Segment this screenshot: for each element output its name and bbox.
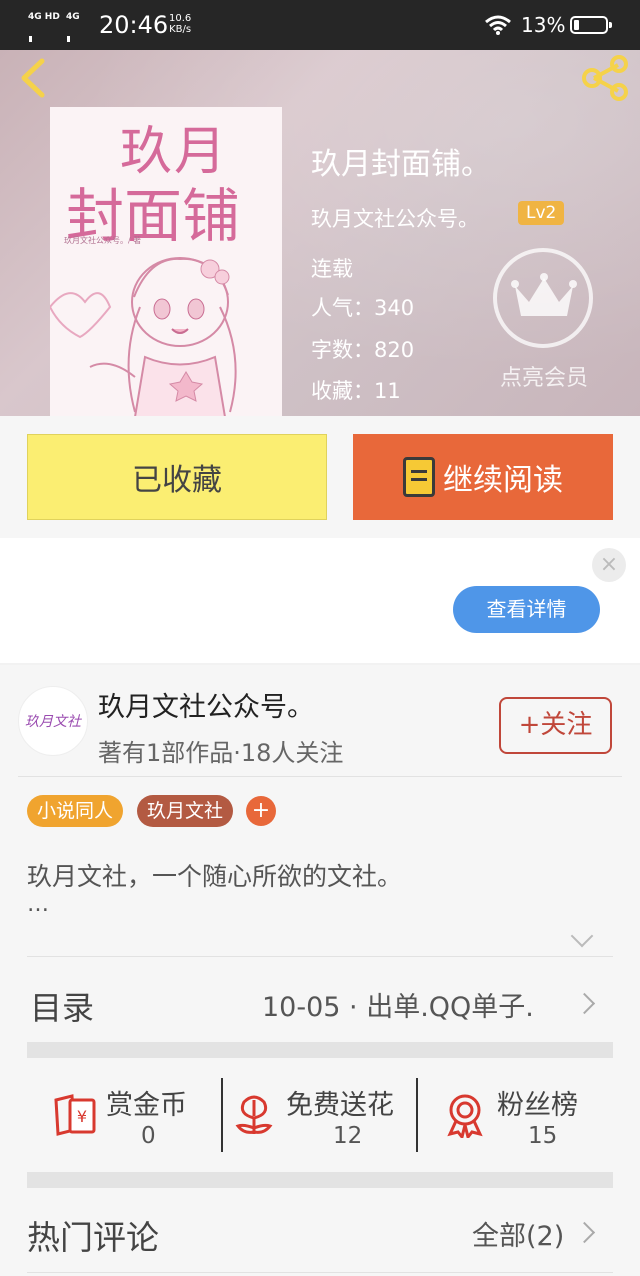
author-card-name[interactable]: 玖月文社公众号。 — [98, 685, 314, 724]
speed-unit: KB/s — [169, 24, 192, 35]
toc-label[interactable]: 目录 — [30, 983, 94, 1029]
book-title: 玖月封面铺。 — [311, 147, 491, 182]
continue-reading-label: 继续阅读 — [443, 463, 563, 498]
flower-icon — [235, 1095, 273, 1134]
ad-details-button[interactable]: 查看详情 — [453, 586, 600, 633]
cover-small-text: 玖月文社公众号。/ 著 — [64, 236, 142, 245]
reward-coin-item[interactable]: ¥ — [52, 1094, 98, 1140]
status-bar: 4G HD 4G 20:46 10.6 KB/s 13% — [0, 0, 640, 99]
member-label[interactable]: 点亮会员 — [480, 360, 608, 392]
stat-separator — [221, 1078, 223, 1152]
red-envelope-icon: ¥ — [54, 1094, 96, 1136]
send-flower-label[interactable]: 免费送花 — [286, 1083, 394, 1122]
section-band — [27, 1042, 613, 1058]
battery-icon — [570, 16, 612, 34]
tag-jiuyue[interactable]: 玖月文社 — [137, 795, 234, 827]
description-ellipsis: … — [27, 892, 49, 917]
svg-text:¥: ¥ — [77, 1107, 87, 1126]
author-card-meta: 著有1部作品·18人关注 — [98, 739, 344, 767]
fan-ranking-label[interactable]: 粉丝榜 — [497, 1083, 578, 1122]
serial-status: 连载 — [311, 257, 353, 281]
follow-button[interactable]: +关注 — [499, 697, 612, 754]
fan-ranking-value: 15 — [528, 1123, 558, 1149]
battery-percent: 13% — [521, 13, 566, 37]
avatar[interactable]: 玖月文社 — [18, 686, 88, 756]
reward-coin-label[interactable]: 赏金币 — [106, 1083, 187, 1122]
crown-icon — [511, 273, 577, 316]
network-label-2: 4G — [66, 12, 80, 22]
close-icon[interactable]: × — [592, 548, 626, 582]
back-icon[interactable] — [16, 57, 50, 99]
send-flower-item[interactable] — [234, 1094, 274, 1140]
section-band — [27, 1172, 613, 1188]
tag-fanfic[interactable]: 小说同人 — [27, 795, 124, 827]
divider — [18, 776, 622, 777]
stat-separator — [416, 1078, 418, 1152]
wifi-icon — [485, 15, 511, 35]
network-label-1: 4G HD — [28, 12, 60, 22]
divider — [27, 1272, 613, 1273]
popularity-stat: 人气：340 — [311, 296, 415, 320]
word-count-stat: 字数：820 — [311, 338, 415, 362]
network-speed: 10.6 KB/s — [169, 13, 191, 35]
send-flower-value: 12 — [333, 1123, 363, 1149]
all-comments-link[interactable]: 全部(2) — [472, 1214, 564, 1253]
favorited-button[interactable]: 已收藏 — [27, 434, 327, 520]
medal-icon — [447, 1094, 483, 1141]
divider — [27, 956, 613, 957]
favorites-stat: 收藏：11 — [311, 379, 401, 403]
book-cover[interactable]: 玖月 封面铺 玖月文社公众号。/ 著 — [50, 107, 282, 416]
clock: 20:46 — [99, 11, 169, 39]
speed-value: 10.6 — [169, 13, 192, 24]
favorited-label: 已收藏 — [132, 463, 222, 498]
add-tag-button[interactable]: + — [246, 796, 276, 826]
author-name[interactable]: 玖月文社公众号。 — [311, 203, 479, 233]
book-description: 玖月文社，一个随心所欲的文社。 — [27, 862, 403, 891]
toc-latest-chapter[interactable]: 10-05 · 出单.QQ单子. — [262, 985, 534, 1024]
hot-comments-title: 热门评论 — [27, 1218, 159, 1257]
cover-illustration — [50, 257, 237, 416]
fan-ranking-item[interactable] — [444, 1092, 486, 1142]
continue-reading-button[interactable]: 继续阅读 — [353, 434, 613, 520]
share-icon[interactable] — [580, 55, 630, 101]
member-badge[interactable] — [493, 248, 593, 348]
reward-coin-value: 0 — [141, 1123, 156, 1149]
level-badge: Lv2 — [518, 201, 565, 225]
book-icon — [403, 457, 435, 497]
